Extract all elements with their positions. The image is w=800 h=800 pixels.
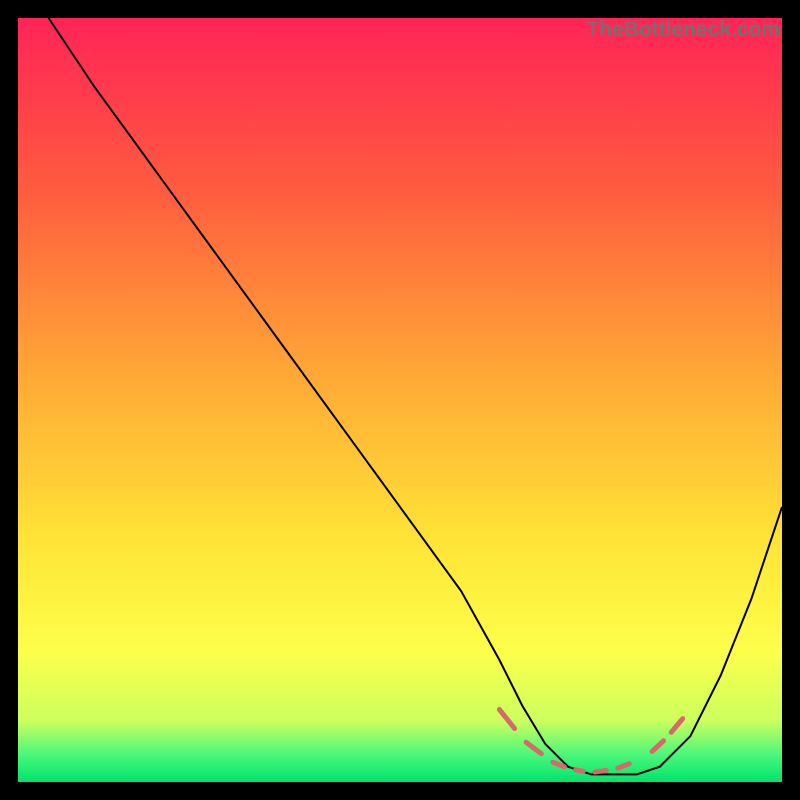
highlight-dashes (499, 709, 682, 772)
watermark-text: TheBottleneck.com (586, 18, 780, 42)
bottleneck-curve (49, 18, 782, 774)
curve-layer (18, 18, 782, 782)
plot-area: TheBottleneck.com (18, 18, 782, 782)
chart-frame: TheBottleneck.com (0, 0, 800, 800)
